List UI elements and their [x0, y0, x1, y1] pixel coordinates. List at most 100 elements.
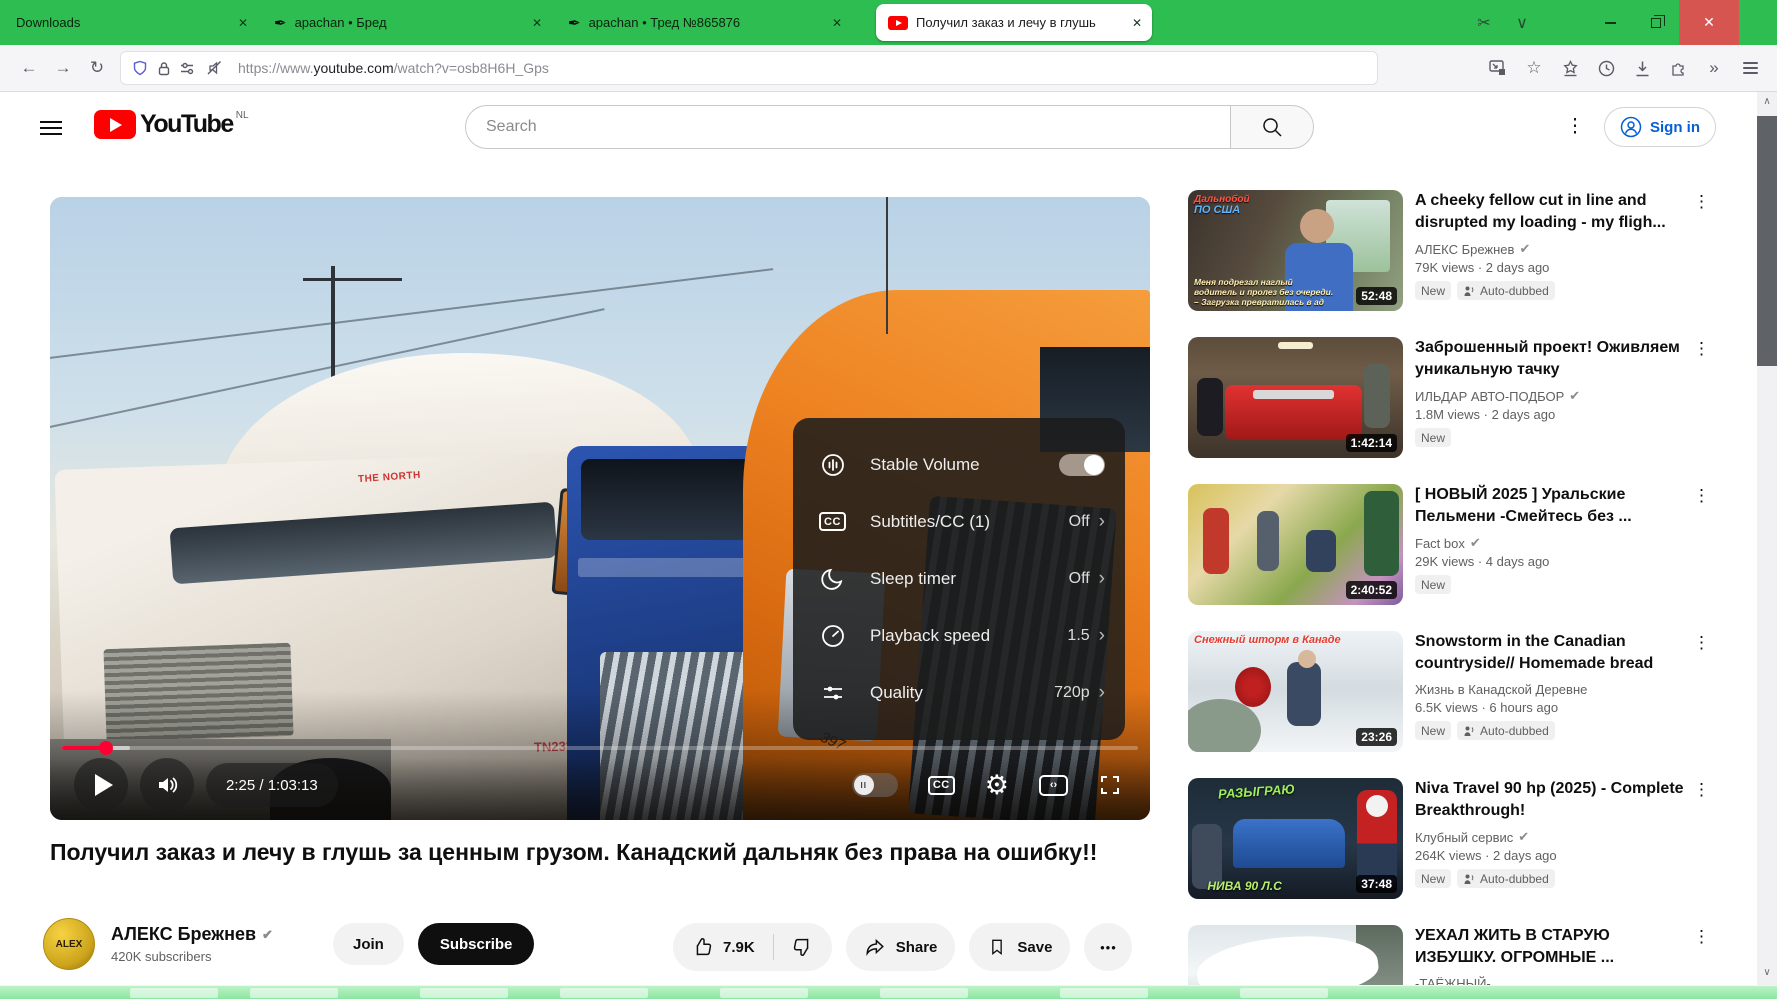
tab-apachan-2[interactable]: ✒ apachan • Тред №865876 ✕: [552, 0, 852, 45]
settings-gear-icon[interactable]: ⚙: [985, 772, 1009, 799]
window-minimize-button[interactable]: [1587, 0, 1633, 45]
speaker-icon: [154, 772, 180, 798]
autoplay-toggle[interactable]: II: [852, 773, 898, 797]
save-button[interactable]: Save: [969, 923, 1070, 971]
forward-button[interactable]: →: [46, 53, 80, 83]
video-thumbnail[interactable]: 1:42:14: [1188, 337, 1403, 458]
related-video-item[interactable]: ДальнобойПО США Меня подрезал наглый вод…: [1188, 190, 1750, 311]
kebab-menu-icon[interactable]: ⋮: [1693, 780, 1710, 800]
screenshot-extension-icon[interactable]: ✂: [1465, 13, 1503, 33]
scroll-down-arrow-icon[interactable]: ∨: [1757, 965, 1777, 981]
bookmark-star-icon[interactable]: ☆: [1519, 53, 1549, 83]
auto-dubbed-badge: Auto-dubbed: [1457, 869, 1555, 888]
app-menu-icon[interactable]: [1735, 53, 1765, 83]
video-thumbnail[interactable]: 2:40:52: [1188, 484, 1403, 605]
more-actions-button[interactable]: •••: [1084, 923, 1132, 971]
menu-item-subtitles[interactable]: CC Subtitles/CC (1) Off ›: [793, 493, 1125, 550]
browser-toolbar: ← → ↻ https://www.youtube.com/watch?v=os…: [0, 45, 1777, 92]
kebab-menu-icon[interactable]: ⋮: [1693, 633, 1710, 653]
search-button[interactable]: [1230, 105, 1314, 149]
tab-close-icon[interactable]: ✕: [1122, 16, 1142, 30]
window-restore-button[interactable]: [1633, 0, 1679, 45]
video-thumbnail[interactable]: ДальнобойПО США Меня подрезал наглый вод…: [1188, 190, 1403, 311]
video-player[interactable]: THE NORTH TN233 397 Stable Volume: [50, 197, 1150, 820]
save-label: Save: [1017, 939, 1052, 956]
dislike-button[interactable]: [774, 923, 832, 971]
scroll-up-arrow-icon[interactable]: ∧: [1757, 94, 1777, 110]
window-close-button[interactable]: ✕: [1679, 0, 1739, 45]
related-title[interactable]: УЕХАЛ ЖИТЬ В СТАРУЮ ИЗБУШКУ. ОГРОМНЫЕ ..…: [1415, 925, 1687, 969]
related-video-item[interactable]: 2:40:52 [ НОВЫЙ 2025 ] Уральские Пельмен…: [1188, 484, 1750, 605]
related-video-item[interactable]: РАЗЫГРАЮ НИВА 90 Л.С 37:48 Niva Travel 9…: [1188, 778, 1750, 899]
tab-close-icon[interactable]: ✕: [522, 16, 542, 30]
subscribe-button[interactable]: Subscribe: [418, 923, 535, 965]
history-clock-icon[interactable]: [1591, 53, 1621, 83]
save-page-icon[interactable]: [1483, 53, 1513, 83]
join-button[interactable]: Join: [333, 923, 404, 965]
downloads-icon[interactable]: [1627, 53, 1657, 83]
tab-close-icon[interactable]: ✕: [228, 16, 248, 30]
tab-downloads[interactable]: Downloads ✕: [0, 0, 258, 45]
related-title[interactable]: Заброшенный проект! Оживляем уникальную …: [1415, 337, 1687, 381]
menu-item-stable-volume[interactable]: Stable Volume: [793, 436, 1125, 493]
header-kebab-icon[interactable]: ⋮: [1563, 115, 1587, 138]
like-button[interactable]: 7.9K: [673, 923, 773, 971]
progress-bar[interactable]: [62, 746, 1138, 750]
related-title[interactable]: Snowstorm in the Canadian countryside// …: [1415, 631, 1687, 675]
kebab-menu-icon[interactable]: ⋮: [1693, 927, 1710, 947]
permissions-sliders-icon[interactable]: [180, 61, 197, 76]
related-channel[interactable]: ИЛЬДАР АВТО-ПОДБОР✔: [1415, 388, 1687, 404]
back-button[interactable]: ←: [12, 53, 46, 83]
fullscreen-button[interactable]: [1098, 773, 1122, 797]
volume-button[interactable]: [140, 758, 194, 812]
page-url[interactable]: https://www.youtube.com/watch?v=osb8H6H_…: [238, 60, 549, 76]
reload-button[interactable]: ↻: [80, 53, 114, 83]
related-channel[interactable]: Жизнь в Канадской Деревне: [1415, 682, 1687, 697]
menu-item-sleep-timer[interactable]: Sleep timer Off ›: [793, 550, 1125, 607]
sign-in-button[interactable]: Sign in: [1604, 107, 1716, 147]
miniplayer-button[interactable]: ‹›: [1039, 775, 1068, 796]
guide-menu-button[interactable]: [40, 117, 62, 139]
tracking-shield-icon[interactable]: [132, 60, 148, 76]
related-channel[interactable]: Fact box✔: [1415, 535, 1687, 551]
page-scrollbar[interactable]: ∧ ∨: [1757, 92, 1777, 999]
kebab-menu-icon[interactable]: ⋮: [1693, 192, 1710, 212]
tab-apachan-1[interactable]: ✒ apachan • Бред ✕: [258, 0, 552, 45]
tab-close-icon[interactable]: ✕: [822, 16, 842, 30]
related-channel[interactable]: АЛЕКС Брежнев✔: [1415, 241, 1687, 257]
overflow-chevrons-icon[interactable]: »: [1699, 53, 1729, 83]
youtube-logo[interactable]: YouTube NL: [94, 110, 249, 139]
tab-list-chevron-icon[interactable]: ∨: [1503, 13, 1541, 33]
search-input[interactable]: [465, 105, 1230, 149]
related-title[interactable]: Niva Travel 90 hp (2025) - Complete Brea…: [1415, 778, 1687, 822]
extensions-puzzle-icon[interactable]: [1663, 53, 1693, 83]
related-video-item[interactable]: 1:42:14 Заброшенный проект! Оживляем уни…: [1188, 337, 1750, 458]
related-video-item[interactable]: Снежный шторм в Канаде 23:26 Snowstorm i…: [1188, 631, 1750, 752]
related-channel[interactable]: Клубный сервис✔: [1415, 829, 1687, 845]
tab-youtube-active[interactable]: Получил заказ и лечу в глушь ✕: [876, 4, 1152, 41]
autoplay-blocked-icon[interactable]: [206, 60, 223, 76]
play-button[interactable]: [74, 758, 128, 812]
lock-icon[interactable]: [157, 61, 171, 76]
auto-dubbed-badge: Auto-dubbed: [1457, 721, 1555, 740]
stable-volume-toggle[interactable]: [1059, 454, 1105, 476]
progress-scrubber[interactable]: [99, 741, 113, 755]
video-thumbnail[interactable]: РАЗЫГРАЮ НИВА 90 Л.С 37:48: [1188, 778, 1403, 899]
channel-name[interactable]: АЛЕКС Брежнев✔: [111, 924, 311, 945]
library-icon[interactable]: [1555, 53, 1585, 83]
kebab-menu-icon[interactable]: ⋮: [1693, 486, 1710, 506]
related-title[interactable]: A cheeky fellow cut in line and disrupte…: [1415, 190, 1687, 234]
windows-taskbar-edge[interactable]: [0, 985, 1777, 999]
stable-volume-icon: [819, 451, 846, 478]
kebab-menu-icon[interactable]: ⋮: [1693, 339, 1710, 359]
channel-avatar[interactable]: ALEX: [43, 918, 95, 970]
menu-item-playback-speed[interactable]: Playback speed 1.5 ›: [793, 607, 1125, 664]
video-thumbnail[interactable]: Снежный шторм в Канаде 23:26: [1188, 631, 1403, 752]
share-button[interactable]: Share: [846, 923, 956, 971]
toolbar-action-icons: ☆ »: [1483, 53, 1765, 83]
subtitles-button[interactable]: CC: [928, 776, 955, 795]
url-bar[interactable]: https://www.youtube.com/watch?v=osb8H6H_…: [120, 51, 1378, 85]
menu-item-quality[interactable]: Quality 720p ›: [793, 664, 1125, 721]
scrollbar-thumb[interactable]: [1757, 116, 1777, 366]
related-title[interactable]: [ НОВЫЙ 2025 ] Уральские Пельмени -Смейт…: [1415, 484, 1687, 528]
